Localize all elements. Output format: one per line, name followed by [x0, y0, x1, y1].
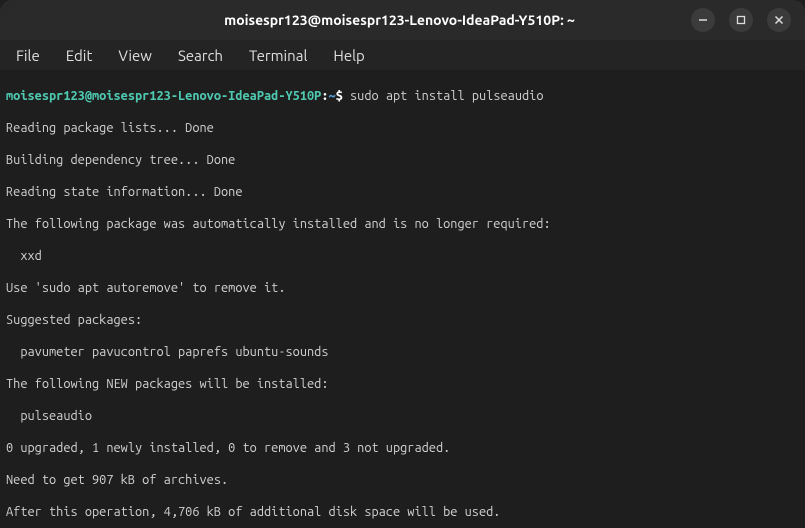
menu-file[interactable]: File [4, 43, 52, 68]
menu-search[interactable]: Search [166, 43, 235, 68]
terminal-line: pulseaudio [6, 408, 799, 424]
terminal-line: Building dependency tree... Done [6, 152, 799, 168]
prompt-sep: : [321, 89, 328, 103]
terminal-line: The following package was automatically … [6, 216, 799, 232]
window-controls [691, 8, 797, 32]
minimize-button[interactable] [691, 8, 715, 32]
terminal-line: Need to get 907 kB of archives. [6, 472, 799, 488]
prompt-path: ~ [329, 89, 336, 103]
terminal-line: pavumeter pavucontrol paprefs ubuntu-sou… [6, 344, 799, 360]
close-button[interactable] [767, 8, 791, 32]
minimize-icon [698, 15, 708, 25]
close-icon [774, 15, 784, 25]
terminal-line: Reading state information... Done [6, 184, 799, 200]
terminal-line: Use 'sudo apt autoremove' to remove it. [6, 280, 799, 296]
menubar: File Edit View Search Terminal Help [0, 40, 805, 70]
terminal-line: Suggested packages: [6, 312, 799, 328]
terminal-line: moisespr123@moisespr123-Lenovo-IdeaPad-Y… [6, 88, 799, 104]
maximize-icon [736, 15, 746, 25]
prompt-dollar: $ [336, 89, 343, 103]
menu-view[interactable]: View [106, 43, 164, 68]
maximize-button[interactable] [729, 8, 753, 32]
command-text: sudo apt install pulseaudio [350, 89, 544, 103]
window-title: moisespr123@moisespr123-Lenovo-IdeaPad-Y… [108, 12, 691, 28]
terminal-line: The following NEW packages will be insta… [6, 376, 799, 392]
prompt-user-host: moisespr123@moisespr123-Lenovo-IdeaPad-Y… [6, 89, 321, 103]
titlebar: moisespr123@moisespr123-Lenovo-IdeaPad-Y… [0, 0, 805, 40]
terminal-line: Reading package lists... Done [6, 120, 799, 136]
menu-help[interactable]: Help [321, 43, 376, 68]
terminal-line: After this operation, 4,706 kB of additi… [6, 504, 799, 520]
terminal-area[interactable]: moisespr123@moisespr123-Lenovo-IdeaPad-Y… [0, 70, 805, 528]
menu-terminal[interactable]: Terminal [237, 43, 319, 68]
menu-edit[interactable]: Edit [54, 43, 105, 68]
terminal-line: 0 upgraded, 1 newly installed, 0 to remo… [6, 440, 799, 456]
terminal-line: xxd [6, 248, 799, 264]
